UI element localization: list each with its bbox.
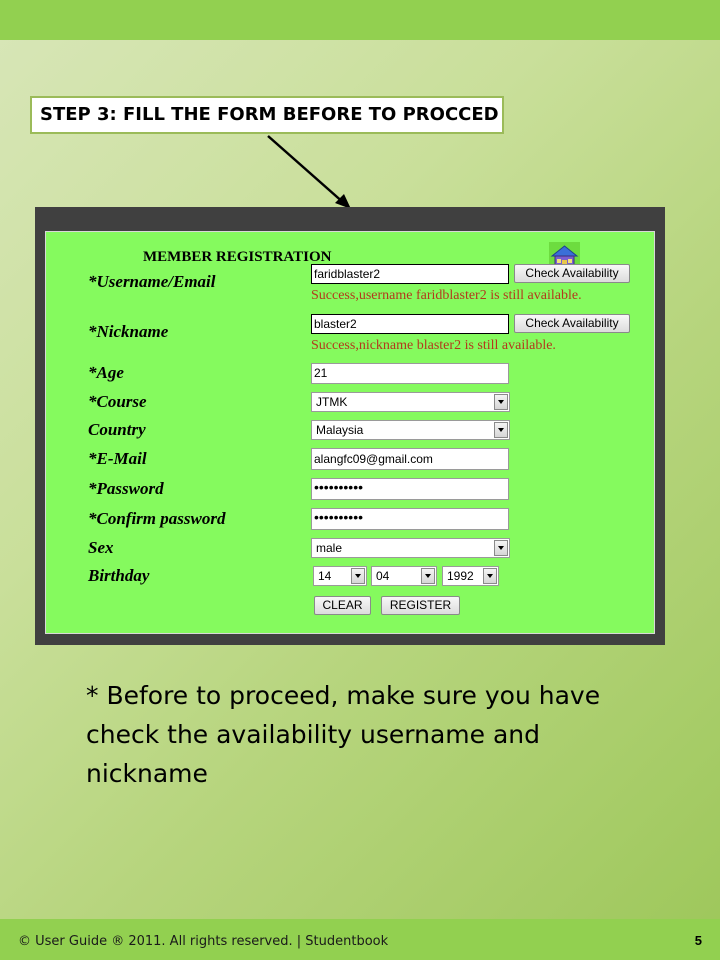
course-label: *Course — [88, 392, 147, 411]
page-number: 5 — [694, 933, 702, 948]
email-input[interactable]: alangfc09@gmail.com — [311, 448, 509, 470]
registration-window: MEMBER REGISTRATION *Username/Email fari… — [35, 207, 665, 645]
birthday-label: Birthday — [88, 566, 150, 585]
nickname-label: *Nickname — [88, 322, 169, 341]
form-title: MEMBER REGISTRATION — [141, 242, 334, 265]
instruction-note: * Before to proceed, make sure you have … — [86, 681, 601, 788]
course-select[interactable]: JTMK — [311, 392, 510, 412]
step-callout: STEP 3: FILL THE FORM BEFORE TO PROCCED — [30, 96, 504, 134]
sex-value: male — [316, 541, 343, 555]
birthday-day-select[interactable]: 14 — [313, 566, 367, 586]
birthday-day-value: 14 — [318, 569, 332, 583]
sex-select[interactable]: male — [311, 538, 510, 558]
check-nickname-button[interactable]: Check Availability — [514, 314, 630, 333]
password-label: *Password — [88, 479, 164, 498]
nickname-input[interactable]: blaster2 — [311, 314, 509, 334]
confirm-password-label: *Confirm password — [88, 509, 226, 528]
confirm-password-input[interactable]: •••••••••• — [311, 508, 509, 530]
username-input[interactable]: faridblaster2 — [311, 264, 509, 284]
age-input[interactable]: 21 — [311, 363, 509, 384]
country-select[interactable]: Malaysia — [311, 420, 510, 440]
nickname-status-message: Success,nickname blaster2 is still avail… — [311, 338, 556, 353]
check-username-button[interactable]: Check Availability — [514, 264, 630, 283]
email-label: *E-Mail — [88, 449, 147, 468]
country-value: Malaysia — [316, 423, 364, 437]
birthday-year-value: 1992 — [447, 569, 474, 583]
password-input[interactable]: •••••••••• — [311, 478, 509, 500]
birthday-month-value: 04 — [376, 569, 390, 583]
chevron-down-icon[interactable] — [351, 568, 365, 584]
course-value: JTMK — [316, 395, 348, 409]
birthday-month-select[interactable]: 04 — [371, 566, 437, 586]
country-label: Country — [88, 420, 146, 439]
age-label: *Age — [88, 363, 124, 382]
top-banner — [0, 0, 720, 40]
register-button[interactable]: REGISTER — [381, 596, 460, 615]
chevron-down-icon[interactable] — [494, 422, 508, 438]
sex-label: Sex — [88, 538, 114, 557]
username-label: *Username/Email — [88, 272, 216, 291]
birthday-year-select[interactable]: 1992 — [442, 566, 499, 586]
clear-button[interactable]: CLEAR — [314, 596, 371, 615]
chevron-down-icon[interactable] — [494, 394, 508, 410]
registration-form: MEMBER REGISTRATION *Username/Email fari… — [45, 231, 655, 634]
username-status-message: Success,username faridblaster2 is still … — [311, 288, 582, 303]
chevron-down-icon[interactable] — [494, 540, 508, 556]
chevron-down-icon[interactable] — [483, 568, 497, 584]
chevron-down-icon[interactable] — [421, 568, 435, 584]
footer-copyright: © User Guide ® 2011. All rights reserved… — [18, 934, 389, 949]
